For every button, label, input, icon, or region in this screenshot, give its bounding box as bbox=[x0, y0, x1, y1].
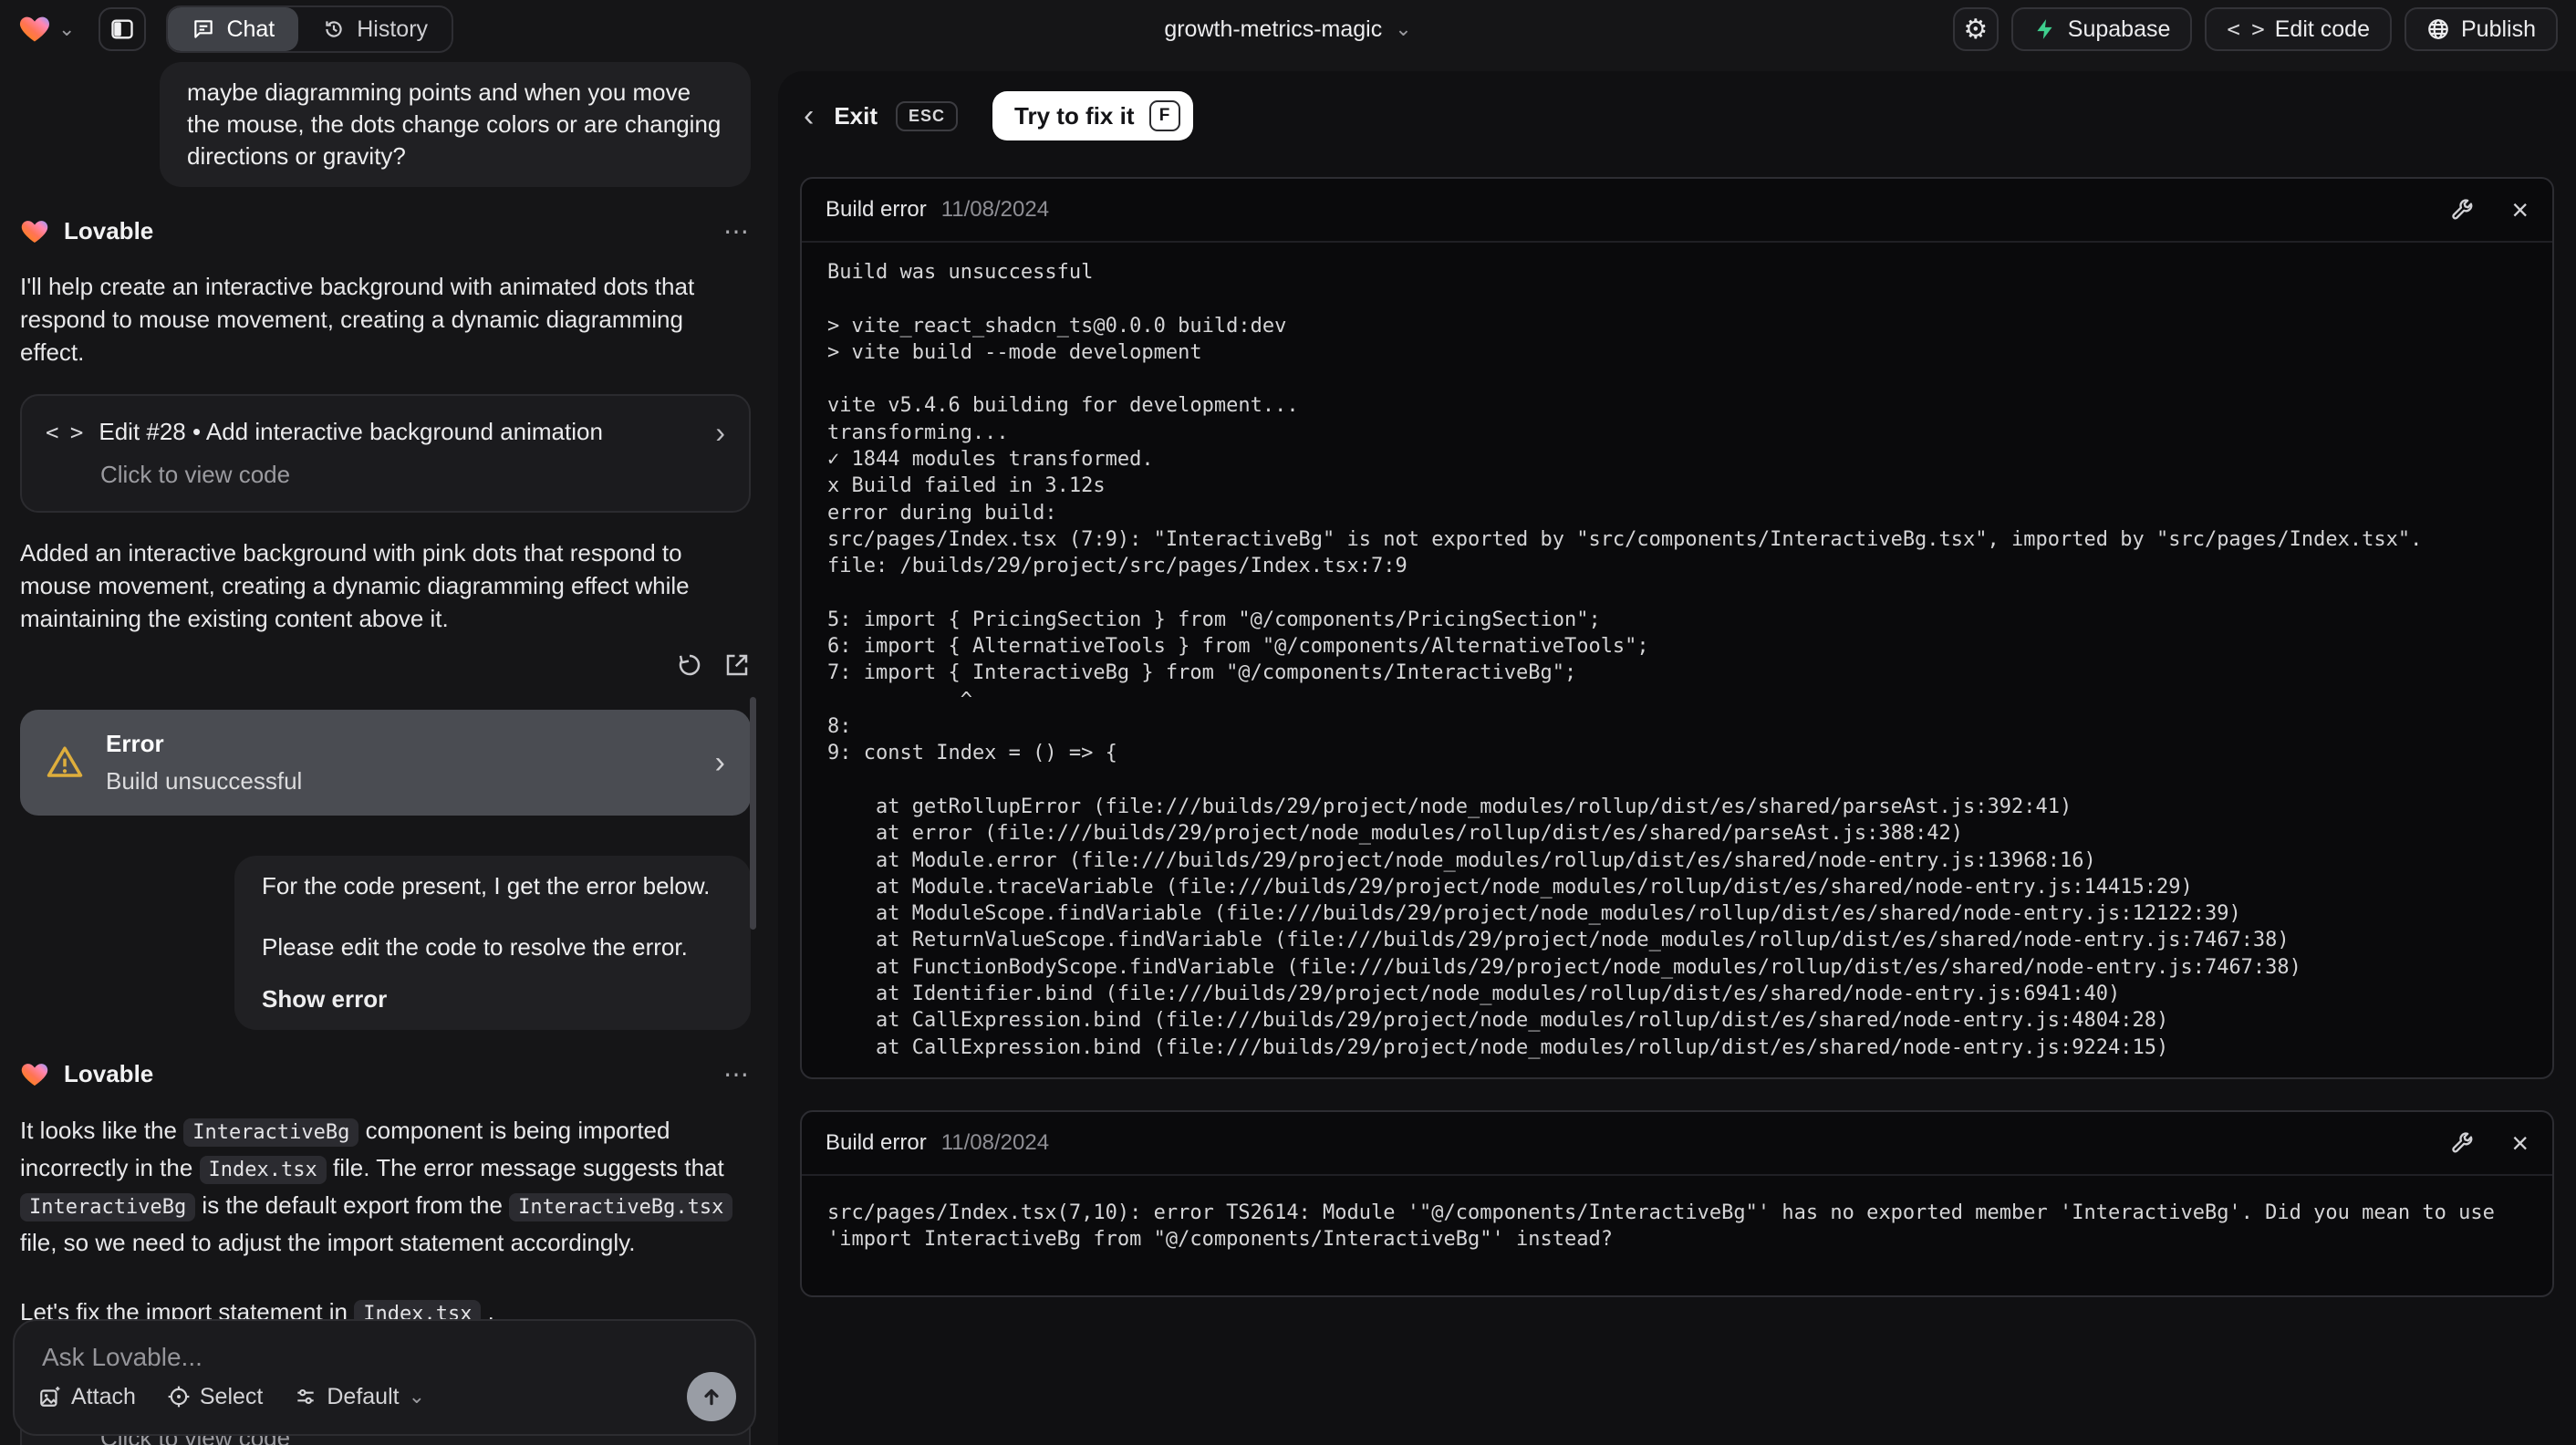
tab-chat-label: Chat bbox=[226, 16, 275, 42]
edit-card-28[interactable]: < > Edit #28 • Add interactive backgroun… bbox=[20, 394, 751, 513]
chat-scrollbar[interactable] bbox=[750, 697, 756, 930]
attach-button[interactable]: Attach bbox=[38, 1384, 136, 1410]
build-log: Build was unsuccessful > vite_react_shad… bbox=[827, 261, 2423, 1059]
assistant-message-header: Lovable ⋯ bbox=[20, 1059, 751, 1089]
supabase-label: Supabase bbox=[2067, 16, 2171, 42]
chat-bubble-icon bbox=[194, 20, 213, 38]
model-selector[interactable]: Default ⌄ bbox=[294, 1384, 425, 1410]
top-bar: ⌄ Chat History growth-metrics-magic ⌄ ⚙ bbox=[0, 0, 2576, 58]
chevron-left-icon: ‹ bbox=[804, 99, 815, 133]
exit-button[interactable]: Exit bbox=[834, 102, 878, 130]
assistant-paragraph: It looks like the InteractiveBg componen… bbox=[20, 1113, 751, 1260]
globe-icon bbox=[2428, 19, 2448, 39]
tab-history-label: History bbox=[357, 16, 429, 42]
assistant-paragraph: Added an interactive background with pin… bbox=[20, 539, 690, 632]
panel-title: Build error bbox=[826, 1129, 927, 1155]
esc-shortcut-badge: ESC bbox=[896, 100, 959, 131]
panel-date: 11/08/2024 bbox=[940, 1129, 1050, 1155]
build-error-panel-header: Build error 11/08/2024 × bbox=[802, 1112, 2552, 1176]
chevron-right-icon: › bbox=[714, 744, 725, 780]
tab-history[interactable]: History bbox=[298, 7, 452, 51]
error-card[interactable]: Error Build unsuccessful › bbox=[20, 710, 751, 816]
select-target-icon bbox=[168, 1386, 190, 1408]
assistant-name: Lovable bbox=[64, 217, 154, 244]
close-icon[interactable]: × bbox=[2511, 195, 2529, 224]
wrench-fix-icon[interactable] bbox=[2449, 1130, 2475, 1156]
warning-triangle-icon bbox=[47, 746, 83, 777]
wrench-fix-icon[interactable] bbox=[2449, 197, 2475, 223]
supabase-button[interactable]: Supabase bbox=[2010, 7, 2193, 51]
arrow-up-icon bbox=[704, 1388, 719, 1406]
attach-label: Attach bbox=[71, 1383, 136, 1409]
code-brackets-icon: < > bbox=[46, 419, 83, 445]
user-message: For the code present, I get the error be… bbox=[234, 856, 751, 1030]
close-icon[interactable]: × bbox=[2511, 1128, 2529, 1158]
chat-input-dock: Attach Select Default ⌄ bbox=[13, 1319, 756, 1436]
send-button[interactable] bbox=[687, 1372, 736, 1421]
open-external-icon[interactable] bbox=[723, 651, 751, 679]
lovable-heart-icon bbox=[21, 1063, 48, 1086]
select-button[interactable]: Select bbox=[167, 1384, 263, 1410]
try-to-fix-label: Try to fix it bbox=[1014, 101, 1135, 130]
chevron-down-icon: ⌄ bbox=[58, 17, 76, 40]
assistant-paragraph: I'll help create an interactive backgrou… bbox=[20, 273, 695, 366]
chevron-down-icon: ⌄ bbox=[408, 1385, 426, 1408]
build-log: src/pages/Index.tsx(7,10): error TS2614:… bbox=[827, 1201, 2508, 1252]
message-actions bbox=[20, 651, 751, 679]
publish-label: Publish bbox=[2461, 16, 2536, 42]
lovable-heart-icon bbox=[19, 16, 50, 42]
panel-date: 11/08/2024 bbox=[940, 197, 1050, 222]
project-switcher[interactable]: growth-metrics-magic ⌄ bbox=[1164, 16, 1411, 43]
build-error-panel-1: Build error 11/08/2024 × Build was unsuc… bbox=[800, 177, 2554, 1079]
lovable-logo-menu[interactable]: ⌄ bbox=[18, 13, 75, 46]
edit-card-subtitle: Click to view code bbox=[100, 461, 291, 488]
error-card-title: Error bbox=[106, 730, 164, 757]
try-to-fix-button[interactable]: Try to fix it F bbox=[992, 91, 1193, 140]
settings-button[interactable]: ⚙ bbox=[1952, 7, 1999, 51]
error-card-subtitle: Build unsuccessful bbox=[106, 767, 303, 795]
edit-code-label: Edit code bbox=[2274, 16, 2370, 42]
chevron-right-icon: › bbox=[715, 415, 725, 449]
build-error-panel-2: Build error 11/08/2024 × src/pages/Index… bbox=[800, 1109, 2554, 1297]
fix-pane-header: ‹ Exit ESC Try to fix it F bbox=[778, 71, 2576, 153]
panel-left-icon bbox=[111, 19, 134, 39]
show-error-link[interactable]: Show error bbox=[262, 983, 723, 1015]
user-message-line: For the code present, I get the error be… bbox=[262, 872, 711, 899]
restore-refresh-icon[interactable] bbox=[676, 651, 703, 679]
lovable-app: ⌄ Chat History growth-metrics-magic ⌄ ⚙ bbox=[0, 0, 2576, 1445]
model-label: Default bbox=[327, 1383, 400, 1409]
panel-title: Build error bbox=[826, 197, 927, 222]
message-menu-button[interactable]: ⋯ bbox=[723, 1059, 751, 1089]
topbar-actions: ⚙ Supabase < > Edit code Publish bbox=[1952, 7, 2558, 51]
sliders-icon bbox=[297, 1388, 315, 1405]
assistant-message-header: Lovable ⋯ bbox=[20, 216, 751, 246]
edit-card-title: Edit #28 • Add interactive background an… bbox=[99, 418, 603, 445]
edit-code-button[interactable]: < > Edit code bbox=[2205, 7, 2392, 51]
user-message: maybe diagramming points and when you mo… bbox=[160, 62, 751, 187]
toggle-sidebar-button[interactable] bbox=[99, 7, 147, 51]
supabase-bolt-icon bbox=[2037, 19, 2052, 39]
publish-button[interactable]: Publish bbox=[2405, 7, 2558, 51]
fix-error-pane: ‹ Exit ESC Try to fix it F Build error 1… bbox=[778, 71, 2576, 1445]
code-brackets-icon: < > bbox=[2227, 16, 2264, 42]
f-shortcut-badge: F bbox=[1148, 100, 1180, 131]
chevron-down-icon: ⌄ bbox=[1395, 17, 1412, 40]
message-menu-button[interactable]: ⋯ bbox=[723, 216, 751, 246]
attach-image-icon bbox=[40, 1387, 60, 1407]
chat-sidebar: maybe diagramming points and when you mo… bbox=[0, 58, 771, 1445]
user-message-line: Please edit the code to resolve the erro… bbox=[262, 933, 688, 961]
history-clock-icon bbox=[326, 21, 342, 37]
gear-icon: ⚙ bbox=[1963, 14, 1989, 45]
select-label: Select bbox=[199, 1383, 264, 1409]
tab-chat[interactable]: Chat bbox=[168, 7, 299, 51]
build-error-panel-header: Build error 11/08/2024 × bbox=[802, 179, 2552, 243]
project-name: growth-metrics-magic bbox=[1164, 16, 1383, 42]
lovable-heart-icon bbox=[21, 220, 48, 243]
assistant-name: Lovable bbox=[64, 1060, 154, 1087]
chat-history-tabs: Chat History bbox=[166, 5, 454, 53]
